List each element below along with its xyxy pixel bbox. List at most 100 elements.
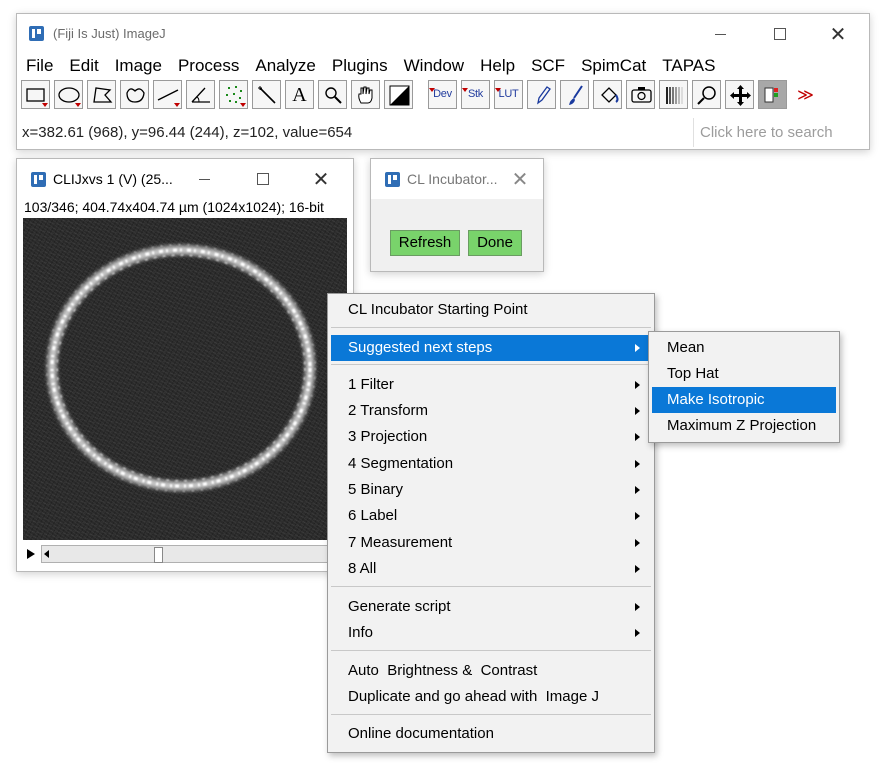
- maximize-icon[interactable]: [240, 164, 286, 194]
- menu-process[interactable]: Process: [170, 54, 247, 78]
- menu-analyze[interactable]: Analyze: [247, 54, 323, 78]
- menu-item-label: Info: [348, 624, 374, 641]
- slider-thumb[interactable]: [154, 547, 163, 563]
- more-tools-glyph: ≫: [797, 87, 814, 104]
- close-icon[interactable]: ✕: [497, 164, 543, 194]
- context-menu: CL Incubator Starting Point Suggested ne…: [327, 293, 655, 753]
- refresh-button[interactable]: Refresh: [390, 230, 460, 256]
- done-button[interactable]: Done: [468, 230, 522, 256]
- scroll-left-arrow-icon[interactable]: [44, 550, 49, 558]
- submenu-arrow-icon: [635, 539, 640, 547]
- menu-window[interactable]: Window: [396, 54, 472, 78]
- search-tool-icon[interactable]: [692, 80, 721, 109]
- menu-plugins[interactable]: Plugins: [324, 54, 396, 78]
- slider-track[interactable]: [41, 545, 345, 563]
- pencil-tool-icon[interactable]: [527, 80, 556, 109]
- menu-item-segmentation[interactable]: 4 Segmentation: [331, 451, 651, 477]
- submenu-arrow-icon: [635, 381, 640, 389]
- menu-item-label: 2 Transform: [348, 402, 429, 419]
- text-tool-icon[interactable]: A: [285, 80, 314, 109]
- wand-tool-icon[interactable]: [252, 80, 281, 109]
- menu-scf[interactable]: SCF: [523, 54, 573, 78]
- menu-item-label: 6 Label: [348, 507, 398, 524]
- status-bar: x=382.61 (968), y=96.44 (244), z=102, va…: [17, 118, 869, 148]
- fiji-logo-icon: [29, 26, 44, 41]
- image-titlebar[interactable]: CLIJxvs 1 (V) (25... ✕: [17, 159, 353, 199]
- menu-item-generate-script[interactable]: Generate script: [331, 594, 651, 620]
- brush-tool-icon[interactable]: [560, 80, 589, 109]
- color-picker-tool-icon[interactable]: [384, 80, 413, 109]
- rectangle-tool-icon[interactable]: [21, 80, 50, 109]
- channel-tool-icon[interactable]: [758, 80, 787, 109]
- menu-item-label: Suggested next steps: [348, 339, 493, 356]
- submenu-arrow-icon: [635, 486, 640, 494]
- maximize-icon[interactable]: [757, 19, 803, 49]
- play-icon[interactable]: [27, 549, 35, 559]
- minimize-icon[interactable]: [697, 19, 743, 49]
- menu-item-auto-brightness[interactable]: Auto Brightness & Contrast: [331, 658, 651, 684]
- menu-image[interactable]: Image: [107, 54, 170, 78]
- menu-item-transform[interactable]: 2 Transform: [331, 398, 651, 424]
- image-window: CLIJxvs 1 (V) (25... ✕ 103/346; 404.74x4…: [16, 158, 354, 572]
- more-tools-button[interactable]: ≫: [791, 80, 820, 109]
- lut-stripes-icon[interactable]: [659, 80, 688, 109]
- main-titlebar[interactable]: (Fiji Is Just) ImageJ ✕: [17, 14, 869, 54]
- menu-item-suggested-next-steps[interactable]: Suggested next steps: [331, 335, 651, 361]
- search-input[interactable]: Click here to search: [693, 118, 869, 147]
- close-icon[interactable]: ✕: [815, 19, 861, 49]
- menu-file[interactable]: File: [17, 54, 61, 78]
- menu-item-label: 5 Binary: [348, 481, 404, 498]
- menu-item-label: 8 All: [348, 560, 377, 577]
- lut-tool-button[interactable]: LUT: [494, 80, 523, 109]
- status-text: x=382.61 (968), y=96.44 (244), z=102, va…: [22, 124, 353, 141]
- close-icon[interactable]: ✕: [298, 164, 344, 194]
- menu-item-label: 1 Filter: [348, 376, 394, 393]
- menu-help[interactable]: Help: [472, 54, 523, 78]
- menu-item-label-category[interactable]: 6 Label: [331, 503, 651, 529]
- menu-item-info[interactable]: Info: [331, 620, 651, 646]
- menu-item-projection[interactable]: 3 Projection: [331, 424, 651, 450]
- menu-item-label: 4 Segmentation: [348, 455, 454, 472]
- menu-item-online-docs[interactable]: Online documentation: [331, 721, 651, 747]
- menu-separator: [331, 327, 651, 328]
- submenu-item-max-z-projection[interactable]: Maximum Z Projection: [652, 413, 836, 439]
- line-tool-icon[interactable]: [153, 80, 182, 109]
- suggested-steps-submenu: Mean Top Hat Make Isotropic Maximum Z Pr…: [648, 331, 840, 443]
- stk-tool-button[interactable]: Stk: [461, 80, 490, 109]
- image-info-text: 103/346; 404.74x404.74 µm (1024x1024); 1…: [24, 199, 324, 215]
- menu-item-duplicate[interactable]: Duplicate and go ahead with Image J: [331, 684, 651, 710]
- imagej-main-window: (Fiji Is Just) ImageJ ✕ File Edit Image …: [16, 13, 870, 150]
- flood-fill-tool-icon[interactable]: [593, 80, 622, 109]
- menu-item-starting-point[interactable]: CL Incubator Starting Point: [331, 297, 651, 323]
- incubator-titlebar[interactable]: CL Incubator... ✕: [371, 159, 543, 199]
- main-window-title: (Fiji Is Just) ImageJ: [53, 26, 166, 41]
- menu-item-label: Generate script: [348, 598, 451, 615]
- submenu-arrow-icon: [635, 460, 640, 468]
- menu-separator: [331, 714, 651, 715]
- menu-edit[interactable]: Edit: [61, 54, 106, 78]
- menu-item-label: 3 Projection: [348, 428, 428, 445]
- submenu-item-top-hat[interactable]: Top Hat: [652, 361, 836, 387]
- menu-tapas[interactable]: TAPAS: [654, 54, 723, 78]
- menu-item-binary[interactable]: 5 Binary: [331, 477, 651, 503]
- magnifier-tool-icon[interactable]: [318, 80, 347, 109]
- dev-tool-button[interactable]: Dev: [428, 80, 457, 109]
- submenu-item-make-isotropic[interactable]: Make Isotropic: [652, 387, 836, 413]
- submenu-arrow-icon: [635, 603, 640, 611]
- angle-tool-icon[interactable]: [186, 80, 215, 109]
- menu-spimcat[interactable]: SpimCat: [573, 54, 654, 78]
- menu-item-measurement[interactable]: 7 Measurement: [331, 530, 651, 556]
- minimize-icon[interactable]: [181, 164, 227, 194]
- image-canvas[interactable]: [23, 218, 347, 540]
- polygon-tool-icon[interactable]: [87, 80, 116, 109]
- menu-item-filter[interactable]: 1 Filter: [331, 372, 651, 398]
- submenu-item-mean[interactable]: Mean: [652, 335, 836, 361]
- freehand-tool-icon[interactable]: [120, 80, 149, 109]
- camera-tool-icon[interactable]: [626, 80, 655, 109]
- oval-tool-icon[interactable]: [54, 80, 83, 109]
- move-tool-icon[interactable]: [725, 80, 754, 109]
- multipoint-tool-icon[interactable]: [219, 80, 248, 109]
- stack-slider[interactable]: [25, 545, 345, 563]
- hand-tool-icon[interactable]: [351, 80, 380, 109]
- menu-item-all[interactable]: 8 All: [331, 556, 651, 582]
